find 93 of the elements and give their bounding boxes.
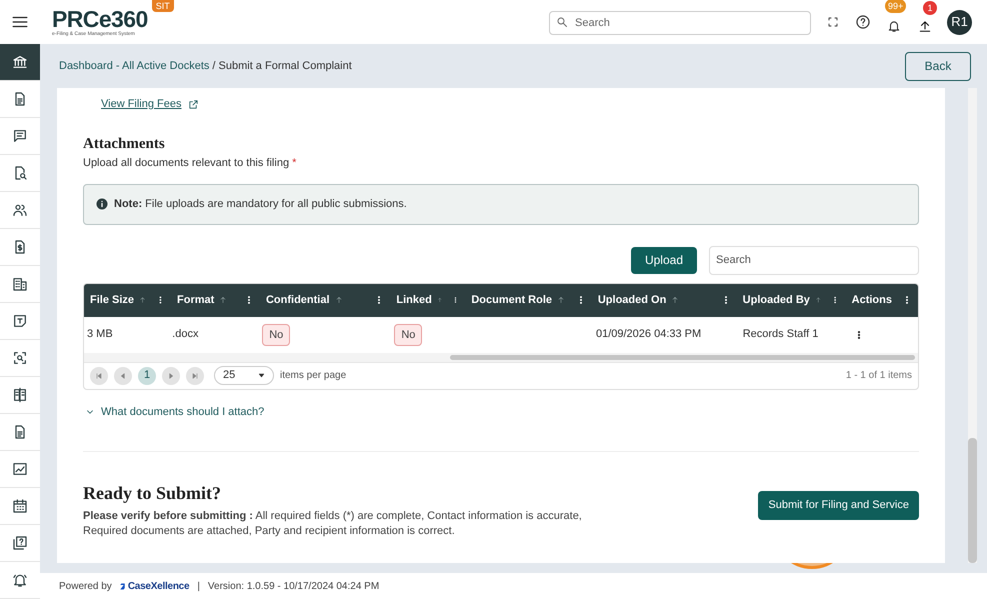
sidebar-item[interactable] (0, 44, 40, 81)
fullscreen-icon (827, 16, 839, 28)
footer-separator: | (197, 580, 200, 594)
section-subtitle: Upload all documents relevant to this filing (83, 156, 290, 171)
sidebar-item[interactable] (0, 377, 40, 414)
brand-logo: CaseXellence (118, 578, 190, 594)
last-page-button[interactable] (186, 366, 204, 384)
column-header[interactable]: Confidential (260, 284, 390, 316)
dropdown-caret-icon (258, 372, 265, 379)
search-field[interactable]: Search (549, 11, 811, 35)
help-icon (855, 14, 871, 30)
sidebar-item[interactable] (0, 488, 40, 525)
next-page-icon (167, 372, 175, 380)
sort-arrow-icon (139, 296, 146, 304)
breadcrumb-current: / Submit a Formal Complaint (212, 58, 352, 74)
sort-arrow-icon (436, 296, 442, 304)
previous-page-button[interactable] (114, 366, 132, 384)
column-header[interactable]: Actions (846, 284, 918, 316)
column-header[interactable]: Uploaded On (592, 284, 737, 316)
sidebar-item[interactable] (0, 118, 40, 155)
sidebar-item[interactable] (0, 155, 40, 192)
column-header[interactable]: Document Role (465, 284, 592, 316)
sidebar-item[interactable] (0, 266, 40, 303)
notification-count: 99+ (885, 0, 906, 13)
sidebar-item[interactable] (0, 414, 40, 451)
first-page-icon (95, 372, 103, 380)
upload-icon (918, 19, 932, 33)
status-badge: No (394, 324, 422, 346)
submit-title: Ready to Submit? (83, 482, 222, 505)
people-icon (12, 202, 28, 218)
faq-toggle[interactable]: What documents should I attach? (85, 404, 264, 420)
table-cell-text: 01/09/2026 04:33 PM (596, 327, 702, 342)
book-icon (12, 387, 28, 403)
sidebar-item[interactable] (0, 562, 40, 599)
breadcrumb-link[interactable]: Dashboard - All Active Dockets (59, 58, 210, 74)
page-size-label: items per page (280, 369, 346, 383)
sidebar-item[interactable] (0, 229, 40, 266)
sort-arrow-icon (334, 296, 343, 304)
search-icon (556, 16, 568, 28)
back-button[interactable]: Back (905, 52, 971, 80)
external-link-icon (188, 98, 198, 110)
sort-arrow-icon (219, 296, 228, 304)
column-header[interactable]: Format (171, 284, 260, 316)
vertical-scrollbar[interactable] (968, 88, 977, 563)
version-text: Version: 1.0.59 - 10/17/2024 04:24 PM (208, 580, 380, 594)
upload-button[interactable]: Upload (630, 246, 697, 274)
chart-icon (12, 461, 28, 477)
upload-count: 1 (923, 1, 937, 15)
sidebar-item[interactable] (0, 525, 40, 562)
powered-by-label: Powered by (59, 580, 112, 594)
environment-badge: SIT (152, 0, 174, 12)
horizontal-scrollbar[interactable] (84, 352, 918, 362)
column-header[interactable]: Linked (390, 284, 466, 316)
calendar-icon (12, 498, 28, 514)
sidebar-item[interactable] (0, 340, 40, 377)
section-title: Attachments (83, 134, 166, 154)
column-header[interactable]: File Size (84, 284, 171, 316)
page-button[interactable]: 1 (138, 366, 156, 384)
view-filing-fees-link[interactable]: View Filing Fees (101, 96, 182, 112)
first-page-button[interactable] (90, 366, 108, 384)
table-cell-text: 3 MB (87, 327, 113, 342)
next-page-button[interactable] (162, 366, 180, 384)
sidebar-item[interactable] (0, 81, 40, 118)
previous-page-icon (119, 372, 127, 380)
bell-icon (12, 572, 28, 588)
sort-arrow-icon (671, 296, 680, 304)
chat-icon (12, 128, 28, 144)
status-badge: No (262, 324, 290, 346)
submit-for-filing-button[interactable]: Submit for Filing and Service (758, 491, 919, 520)
user-avatar[interactable]: R1 (947, 10, 972, 34)
table-search-field[interactable]: Search (709, 246, 919, 274)
sort-arrow-icon (814, 296, 822, 304)
column-header[interactable]: Uploaded By (736, 284, 846, 316)
info-icon (96, 198, 108, 210)
bank-icon (12, 54, 28, 70)
sidebar-item[interactable] (0, 451, 40, 488)
table-cell-text: .docx (172, 327, 198, 342)
building-icon (12, 276, 28, 292)
last-page-icon (191, 372, 199, 380)
sort-arrow-icon (557, 296, 566, 304)
pager-summary: 1 - 1 of 1 items (846, 369, 912, 383)
note-icon (12, 313, 28, 329)
note-text: Note: File uploads are mandatory for all public submissions. (114, 196, 407, 212)
brand-mark-icon (118, 580, 127, 592)
bell-icon (887, 19, 901, 33)
scan-icon (12, 350, 28, 366)
sidebar-item[interactable] (0, 303, 40, 340)
table-cell-text: Records Staff 1 (742, 327, 818, 342)
page-size-select[interactable]: 25 (214, 366, 274, 385)
sidebar-item[interactable] (0, 192, 40, 229)
required-mark: * (292, 156, 296, 171)
submit-checklist-text: Please verify before submitting : All required fields (*) are complete, Contact information is accurate, Required documents are attached, Party and recipient information is correct. (83, 509, 583, 539)
help-icon (12, 535, 28, 551)
